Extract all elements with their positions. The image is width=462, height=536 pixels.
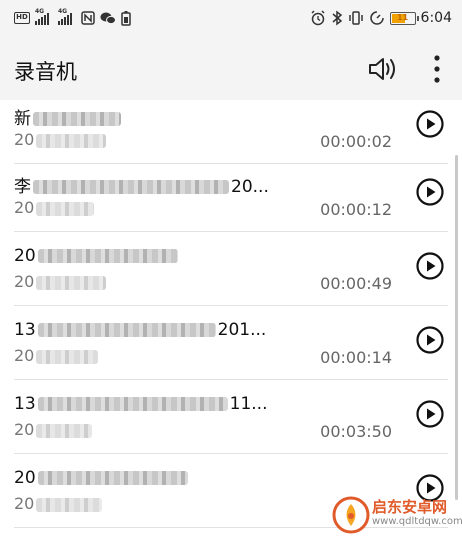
recording-name-text: 13 [14, 320, 36, 340]
play-button[interactable] [415, 109, 445, 139]
sim1-label: 4G [35, 7, 45, 15]
recording-name-text: 新 [14, 109, 31, 129]
redacted-text [37, 323, 216, 337]
watermark-text: 启东安卓网 [372, 498, 448, 516]
watermark-logo-icon [332, 496, 370, 534]
recording-item[interactable]: 李 20... 20 00:00:12 [0, 158, 462, 232]
nfc-icon [81, 11, 95, 25]
recording-name-text: 20 [14, 246, 36, 266]
recording-name: 20 [14, 246, 178, 266]
battery-saver-icon [121, 10, 131, 26]
redacted-text [36, 133, 107, 148]
recording-date: 20 [14, 198, 95, 217]
play-button[interactable] [415, 177, 445, 207]
recording-date-text: 20 [14, 420, 35, 439]
recording-name-text: 20 [14, 468, 36, 488]
recording-duration: 00:00:14 [320, 348, 392, 367]
clock: 6:04 [420, 10, 452, 26]
play-icon [416, 110, 444, 138]
redacted-text [36, 423, 93, 438]
recording-date-text: 20 [14, 346, 35, 365]
recording-date: 20 [14, 346, 99, 365]
play-icon [416, 400, 444, 428]
wechat-icon [100, 12, 116, 25]
recording-item[interactable]: 新 20 00:00:02 [0, 100, 462, 164]
speaker-button[interactable] [366, 54, 400, 84]
speaker-icon [369, 58, 395, 80]
data-saver-icon [369, 11, 384, 25]
more-options-button[interactable] [426, 52, 448, 86]
battery-level: 11 [396, 12, 409, 22]
status-bar-right: 11 6:04 [310, 8, 452, 28]
recording-duration: 00:00:02 [320, 132, 392, 151]
play-button[interactable] [415, 251, 445, 281]
bluetooth-icon [332, 10, 342, 26]
app-title: 录音机 [14, 60, 77, 84]
recording-name: 新 [14, 104, 121, 129]
scrollbar[interactable] [455, 155, 458, 500]
redacted-text [33, 112, 121, 126]
recording-item[interactable]: 13 11... 20 00:03:50 [0, 380, 462, 454]
hd-badge: HD [14, 12, 30, 24]
redacted-text [36, 201, 95, 216]
watermark: 启东安卓网 www.qdltdqw.com [330, 494, 462, 536]
play-button[interactable] [415, 399, 445, 429]
recording-duration: 00:00:12 [320, 200, 392, 219]
recording-name: 13 11... [14, 394, 267, 414]
more-vert-icon [434, 55, 440, 83]
redacted-text [37, 249, 178, 263]
recording-duration: 00:00:49 [320, 274, 392, 293]
alarm-icon [311, 10, 325, 26]
sim2-label: 4G [58, 7, 68, 15]
recording-list[interactable]: 新 20 00:00:02 李 20... 20 00:00:12 20 20 … [0, 100, 462, 536]
signal-1-icon: 4G [35, 8, 53, 25]
signal-2-icon: 4G [58, 8, 76, 25]
recording-item[interactable]: 13 201... 20 00:00:14 [0, 306, 462, 380]
status-bar-left: HD 4G 4G [14, 8, 131, 27]
redacted-text [33, 180, 229, 194]
play-icon [416, 178, 444, 206]
recording-date: 20 [14, 272, 107, 291]
recording-date-text: 20 [14, 198, 35, 217]
recording-date-text: 20 [14, 130, 35, 149]
recording-name: 20 [14, 468, 188, 488]
recording-duration: 00:03:50 [320, 422, 392, 441]
redacted-text [36, 349, 99, 364]
recording-name: 13 201... [14, 320, 266, 340]
recording-date: 20 [14, 420, 93, 439]
recording-date-text: 20 [14, 272, 35, 291]
recording-date: 20 [14, 130, 107, 149]
recording-item[interactable]: 20 20 00:00:49 [0, 232, 462, 306]
redacted-text [36, 275, 107, 290]
redacted-text [37, 397, 228, 411]
play-icon [416, 326, 444, 354]
watermark-url: www.qdltdqw.com [372, 516, 462, 527]
play-button[interactable] [415, 325, 445, 355]
recording-name-suffix: 20... [231, 177, 269, 197]
redacted-text [36, 497, 103, 512]
recording-name-suffix: 11... [229, 394, 268, 414]
battery-icon: 11 [389, 11, 419, 25]
app-bar: 录音机 [0, 36, 462, 100]
play-icon [416, 252, 444, 280]
status-bar: HD 4G 4G 11 6:04 [0, 0, 462, 36]
recording-date: 20 [14, 494, 103, 513]
vibrate-icon [348, 11, 363, 25]
recording-name-text: 李 [14, 177, 31, 197]
redacted-text [37, 471, 188, 485]
recording-name-suffix: 201... [217, 320, 267, 340]
recording-name-text: 13 [14, 394, 36, 414]
recording-name: 李 20... [14, 172, 269, 197]
recording-date-text: 20 [14, 494, 35, 513]
